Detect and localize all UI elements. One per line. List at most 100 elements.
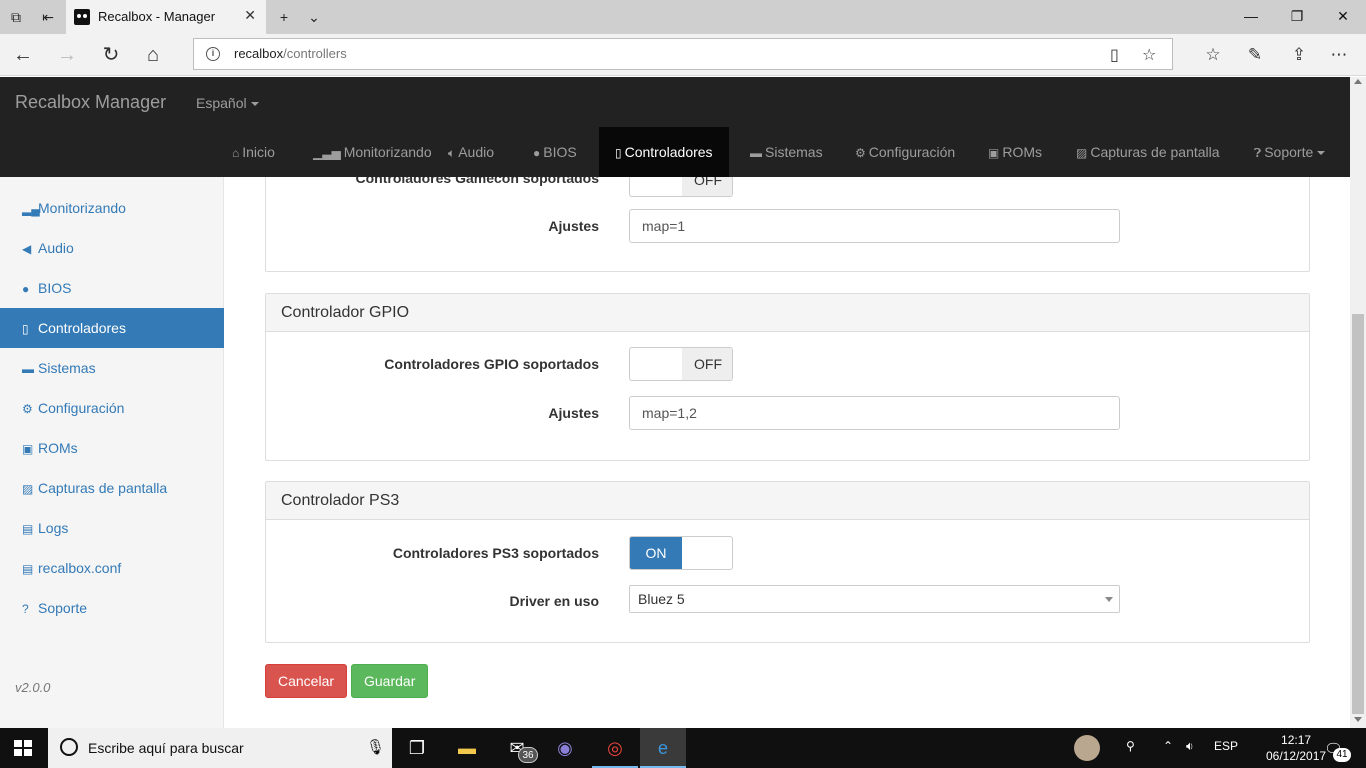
sidebar-item-logs[interactable]: ▤ Logs [0,508,224,548]
nav-item-bios[interactable]: ● BIOS [533,127,577,177]
recalbox-favicon-icon [74,9,90,25]
phone-icon: ▯ [615,146,622,160]
forward-button[interactable]: → [54,42,80,68]
favorite-star-icon[interactable]: ☆ [1142,45,1156,65]
ps3-supported-toggle[interactable]: ON [629,536,733,570]
nav-item-controladores[interactable]: ▯ Controladores [599,127,729,177]
sidebar-item-audio[interactable]: ◀︎ Audio [0,228,224,268]
gpio-settings-input[interactable]: map=1,2 [629,396,1120,430]
show-hidden-icons-chevron-icon[interactable]: ⌃ [1163,739,1173,753]
picture-icon: ▨ [1076,146,1088,160]
nav-item-capturas[interactable]: ▨ Capturas de pantalla [1076,127,1220,177]
back-button[interactable]: ← [10,42,36,68]
url-text: recalbox/controllers [234,46,347,61]
close-window-button[interactable]: ✕ [1328,5,1358,27]
nav-item-inicio[interactable]: ⌂ Inicio [232,127,275,177]
sidebar-item-roms[interactable]: ▣ ROMs [0,428,224,468]
favorites-hub-icon[interactable]: ☆ [1200,42,1226,68]
site-info-icon[interactable]: i [206,47,220,61]
chrome-icon[interactable]: ◎ [592,728,638,768]
ps3-driver-select[interactable]: Bluez 5 [629,585,1120,613]
question-icon: ❓︎ [1254,146,1262,160]
notification-count: 41 [1333,748,1351,762]
sidebar-item-configuracion[interactable]: ⚙ Configuración [0,388,224,428]
windows-start-icon[interactable] [14,740,32,756]
nav-item-label: Configuración [868,144,956,160]
sidebar-item-sistemas[interactable]: ▬ Sistemas [0,348,224,388]
scroll-up-arrow-icon[interactable] [1354,79,1362,84]
url-path: /controllers [283,46,347,61]
tab-manager-icon[interactable]: ⧉ [6,7,26,27]
minimize-button[interactable]: — [1236,5,1266,27]
cortana-icon [60,738,78,756]
gamecon-settings-input[interactable]: map=1 [629,209,1120,243]
scroll-thumb[interactable] [1352,314,1364,714]
more-menu-icon[interactable]: ⋯ [1326,42,1352,68]
browser-tab[interactable]: Recalbox - Manager ✕ [66,0,266,34]
main-content: Controladores Gamecon soportados OFF Aju… [225,177,1350,728]
save-button[interactable]: Guardar [351,664,429,698]
sidebar-item-label: Audio [38,240,74,256]
gpio-supported-label: Controladores GPIO soportados [384,356,599,372]
sidebar-item-label: Logs [38,520,69,536]
people-avatar[interactable] [1074,735,1100,761]
panel-title: Controlador GPIO [266,294,1309,332]
phone-icon: ▯ [22,322,29,336]
panel-ps3: Controlador PS3 Controladores PS3 soport… [265,481,1310,643]
volume-tray-icon[interactable]: 🔉︎ [1186,739,1194,754]
nav-item-soporte[interactable]: ❓︎ Soporte [1254,127,1326,177]
sidebar-item-label: Sistemas [38,360,96,376]
dropdown-arrow-icon [1105,597,1113,602]
url-input[interactable]: i recalbox/controllers ▯ ☆ [193,38,1173,70]
sidebar-item-controladores[interactable]: ▯ Controladores [0,308,224,348]
share-icon[interactable]: ⇪ [1286,42,1312,68]
nav-item-label: Monitorizando [343,144,432,160]
restore-button[interactable]: ❐ [1282,5,1312,27]
nav-item-sistemas[interactable]: ▬ Sistemas [750,127,823,177]
toggle-on-label: ON [630,537,682,569]
web-note-icon[interactable]: ✎ [1242,42,1268,68]
volume-icon: ◀︎ [22,242,32,256]
reading-view-icon[interactable]: ▯ [1110,45,1119,65]
home-button[interactable]: ⌂ [140,42,166,68]
set-aside-tabs-icon[interactable]: ⇤ [38,7,58,27]
select-value: Bluez 5 [638,591,685,607]
new-tab-icon[interactable]: + [274,7,294,27]
cancel-button[interactable]: Cancelar [265,664,348,698]
file-text-icon: ▤ [22,562,34,576]
nav-item-configuracion[interactable]: ⚙ Configuración [855,127,955,177]
nav-item-label: Inicio [242,144,275,160]
nav-item-audio[interactable]: 🔈︎ Audio [448,127,494,177]
sidebar-item-monitorizando[interactable]: ▂▄Monitorizando [0,188,224,228]
url-host: recalbox [234,46,284,61]
language-dropdown[interactable]: Español [196,95,259,111]
close-tab-icon[interactable]: ✕ [244,7,256,24]
brand-title[interactable]: Recalbox Manager [15,92,166,113]
task-view-icon[interactable]: ❐ [394,728,440,768]
refresh-button[interactable]: ↻ [98,42,124,68]
sidebar-item-soporte[interactable]: ? Soporte [0,588,224,628]
input-language[interactable]: ESP [1214,739,1238,753]
sidebar-item-label: BIOS [38,280,72,296]
sidebar-item-recalbox-conf[interactable]: ▤ recalbox.conf [0,548,224,588]
nav-item-roms[interactable]: ▣ ROMs [988,127,1042,177]
edge-icon[interactable]: e [640,728,686,768]
people-icon[interactable]: ⚲ [1126,739,1135,753]
taskbar-search-input[interactable]: Escribe aquí para buscar 🎙︎ [48,728,392,768]
gpio-supported-toggle[interactable]: OFF [629,347,733,381]
scroll-down-arrow-icon[interactable] [1354,717,1362,722]
nav-item-label: Audio [458,144,495,160]
sidebar-item-capturas[interactable]: ▨ Capturas de pantalla [0,468,224,508]
system-clock[interactable]: 12:17 06/12/2017 [1266,732,1326,764]
signal-icon: ▁▃▅ [313,146,341,160]
ps3-driver-label: Driver en uso [509,593,599,609]
tab-preview-chevron-icon[interactable]: ⌄ [304,7,324,27]
page-scrollbar[interactable] [1350,77,1366,728]
microphone-icon[interactable]: 🎙︎ [366,738,385,756]
browser-tab-bar: ⧉ ⇤ Recalbox - Manager ✕ + ⌄ — ❐ ✕ [0,0,1366,34]
bittorrent-icon[interactable]: ◉ [542,728,588,768]
sidebar-item-bios[interactable]: ● BIOS [0,268,224,308]
gamecon-supported-toggle[interactable]: OFF [629,177,733,197]
nav-item-monitorizando[interactable]: ▁▃▅ Monitorizando [313,127,432,177]
file-explorer-icon[interactable]: ▬ [444,728,490,768]
